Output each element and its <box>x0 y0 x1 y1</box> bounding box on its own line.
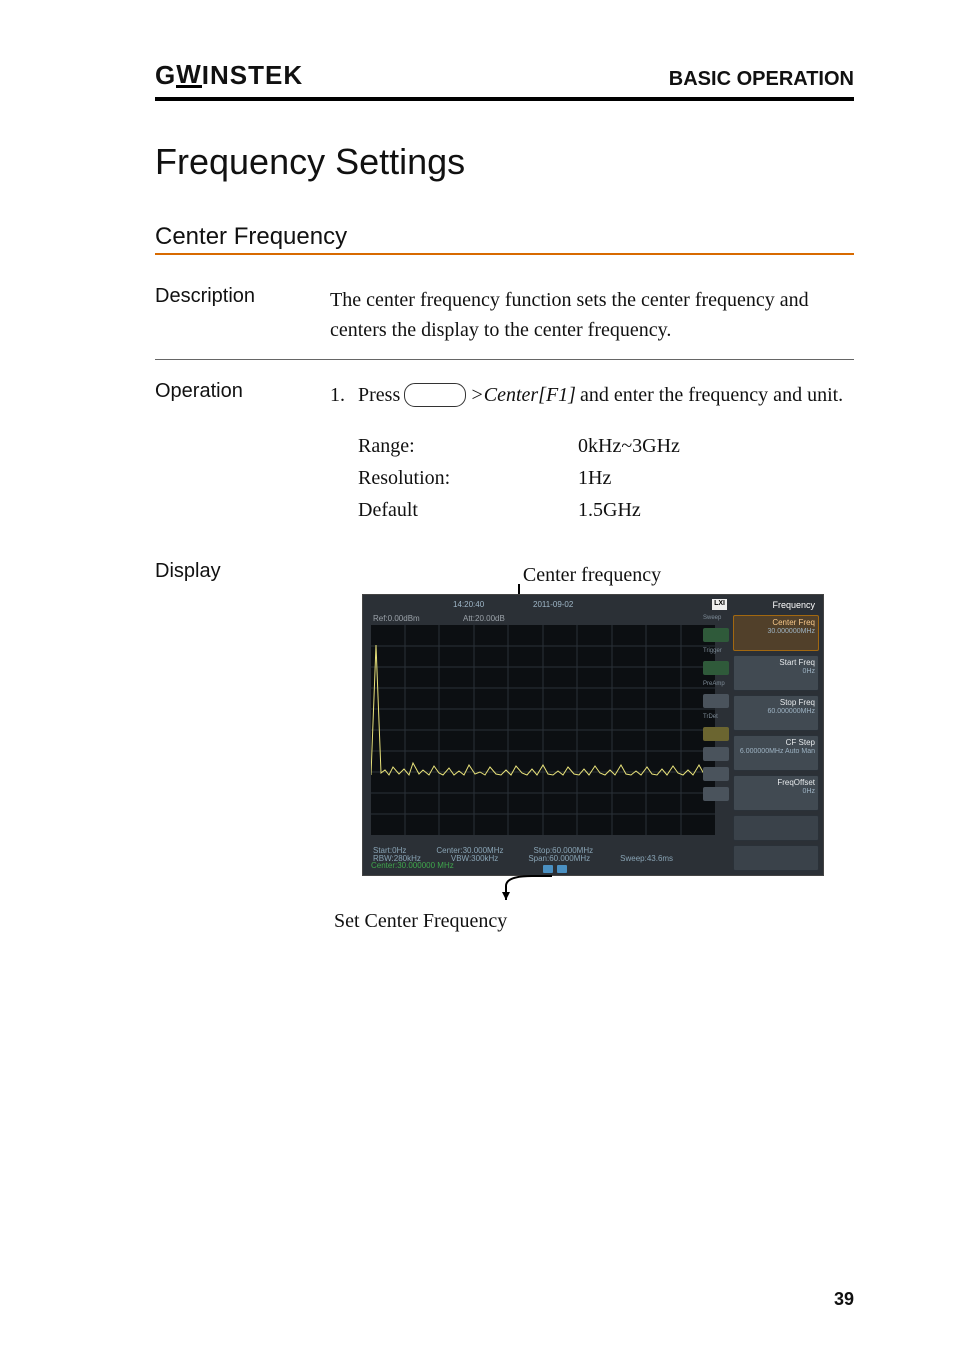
spec-block: Range: Resolution: Default 0kHz~3GHz 1Hz… <box>358 430 854 526</box>
display-content: Center frequency 14:20:40 2011-09-02 LXI… <box>330 560 854 936</box>
operation-row: Operation 1. Press >Center[F1] and enter… <box>155 374 854 532</box>
header-section-title: BASIC OPERATION <box>669 68 854 91</box>
resolution-value: 1Hz <box>578 462 680 494</box>
status-label: Sweep <box>703 615 729 621</box>
default-value: 1.5GHz <box>578 494 680 526</box>
softkey-sub: 0Hz <box>737 668 815 676</box>
softkey-stop-freq[interactable]: Stop Freq 60.000000MHz <box>733 695 819 731</box>
hardkey-placeholder-icon <box>404 383 466 407</box>
softkey-freq-offset[interactable]: FreqOffset 0Hz <box>733 775 819 811</box>
operation-label: Operation <box>155 380 330 403</box>
spec-labels: Range: Resolution: Default <box>358 430 578 526</box>
range-value: 0kHz~3GHz <box>578 430 680 462</box>
description-row: Description The center frequency functio… <box>155 279 854 351</box>
status-chip-icon <box>703 694 729 708</box>
readout-vbw: VBW:300kHz <box>451 853 498 865</box>
status-label: Trigger <box>703 648 729 654</box>
instr-mini-icons <box>543 865 567 873</box>
operation-content: 1. Press >Center[F1] and enter the frequ… <box>330 380 854 526</box>
softkey-label: Start Freq <box>779 658 815 667</box>
step-post: and enter the frequency and unit. <box>580 380 843 410</box>
page-header: GWINSTEK BASIC OPERATION <box>155 60 854 101</box>
status-chip-icon <box>703 628 729 642</box>
spectrum-plot <box>371 625 715 835</box>
display-row: Display Center frequency 14:20:40 2011-0… <box>155 554 854 942</box>
instr-att: Att:20.00dB <box>463 613 505 625</box>
softkey-sub: 0Hz <box>737 788 815 796</box>
description-label: Description <box>155 285 330 308</box>
logo-text-left: G <box>155 60 176 91</box>
set-caption: Set Center Frequency <box>334 906 854 936</box>
step-key: >Center[F1] <box>470 380 576 410</box>
status-chip-icon <box>703 747 729 761</box>
softkey-panel-title: Frequency <box>733 599 819 611</box>
softkey-empty[interactable] <box>733 815 819 841</box>
softkey-center-freq[interactable]: Center Freq 30.000000MHz <box>733 615 819 651</box>
status-label: PreAmp <box>703 681 729 687</box>
readout-sweep: Sweep:43.6ms <box>620 853 673 865</box>
instr-date: 2011-09-02 <box>533 599 573 611</box>
resolution-label: Resolution: <box>358 462 578 494</box>
callout-arrow-bottom-icon <box>502 874 562 902</box>
status-chip-icon <box>703 727 729 741</box>
softkey-sub: 30.000000MHz <box>737 628 815 636</box>
softkey-label: Center Freq <box>772 618 815 627</box>
instr-ref: Ref:0.00dBm <box>373 613 420 625</box>
step-number: 1. <box>330 380 345 410</box>
instr-status-icons: Sweep Trigger PreAmp TrDet <box>703 615 729 801</box>
instr-time: 14:20:40 <box>453 599 484 611</box>
page-title: Frequency Settings <box>155 141 854 183</box>
status-chip-icon <box>703 787 729 801</box>
section-divider <box>155 253 854 255</box>
lxi-badge: LXI <box>712 599 727 610</box>
brand-logo: GWINSTEK <box>155 60 303 91</box>
softkey-label: Stop Freq <box>780 698 815 707</box>
spectrum-svg-icon <box>371 625 715 835</box>
page-number: 39 <box>834 1289 854 1310</box>
readout-span: Span:60.000MHz <box>528 853 590 865</box>
softkey-label: FreqOffset <box>777 778 815 787</box>
operation-step: 1. Press >Center[F1] and enter the frequ… <box>330 380 854 410</box>
softkey-sub: 6.000000MHz Auto Man <box>737 748 815 756</box>
status-label: TrDet <box>703 714 729 720</box>
screenshot-wrap: 14:20:40 2011-09-02 LXI Ref:0.00dBm Att:… <box>362 594 822 876</box>
mini-icon <box>557 865 567 873</box>
step-pre: Press <box>358 380 400 410</box>
softkey-cf-step[interactable]: CF Step 6.000000MHz Auto Man <box>733 735 819 771</box>
default-label: Default <box>358 494 578 526</box>
softkey-empty[interactable] <box>733 845 819 871</box>
range-label: Range: <box>358 430 578 462</box>
logo-text-u: W <box>176 63 202 88</box>
spec-values: 0kHz~3GHz 1Hz 1.5GHz <box>578 430 680 526</box>
page: GWINSTEK BASIC OPERATION Frequency Setti… <box>0 0 954 1350</box>
softkey-panel: Frequency Center Freq 30.000000MHz Start… <box>733 599 819 871</box>
row-divider <box>155 359 854 360</box>
mini-icon <box>543 865 553 873</box>
description-text: The center frequency function sets the c… <box>330 285 854 345</box>
instr-status-text: Center:30.000000 MHz <box>371 860 454 872</box>
status-chip-icon <box>703 661 729 675</box>
section-heading: Center Frequency <box>155 223 854 251</box>
softkey-label: CF Step <box>786 738 815 747</box>
logo-text-right: INSTEK <box>202 60 303 91</box>
softkey-start-freq[interactable]: Start Freq 0Hz <box>733 655 819 691</box>
status-chip-icon <box>703 767 729 781</box>
softkey-sub: 60.000000MHz <box>737 708 815 716</box>
instrument-screenshot: 14:20:40 2011-09-02 LXI Ref:0.00dBm Att:… <box>362 594 824 876</box>
display-caption: Center frequency <box>330 560 854 590</box>
display-label: Display <box>155 560 330 583</box>
